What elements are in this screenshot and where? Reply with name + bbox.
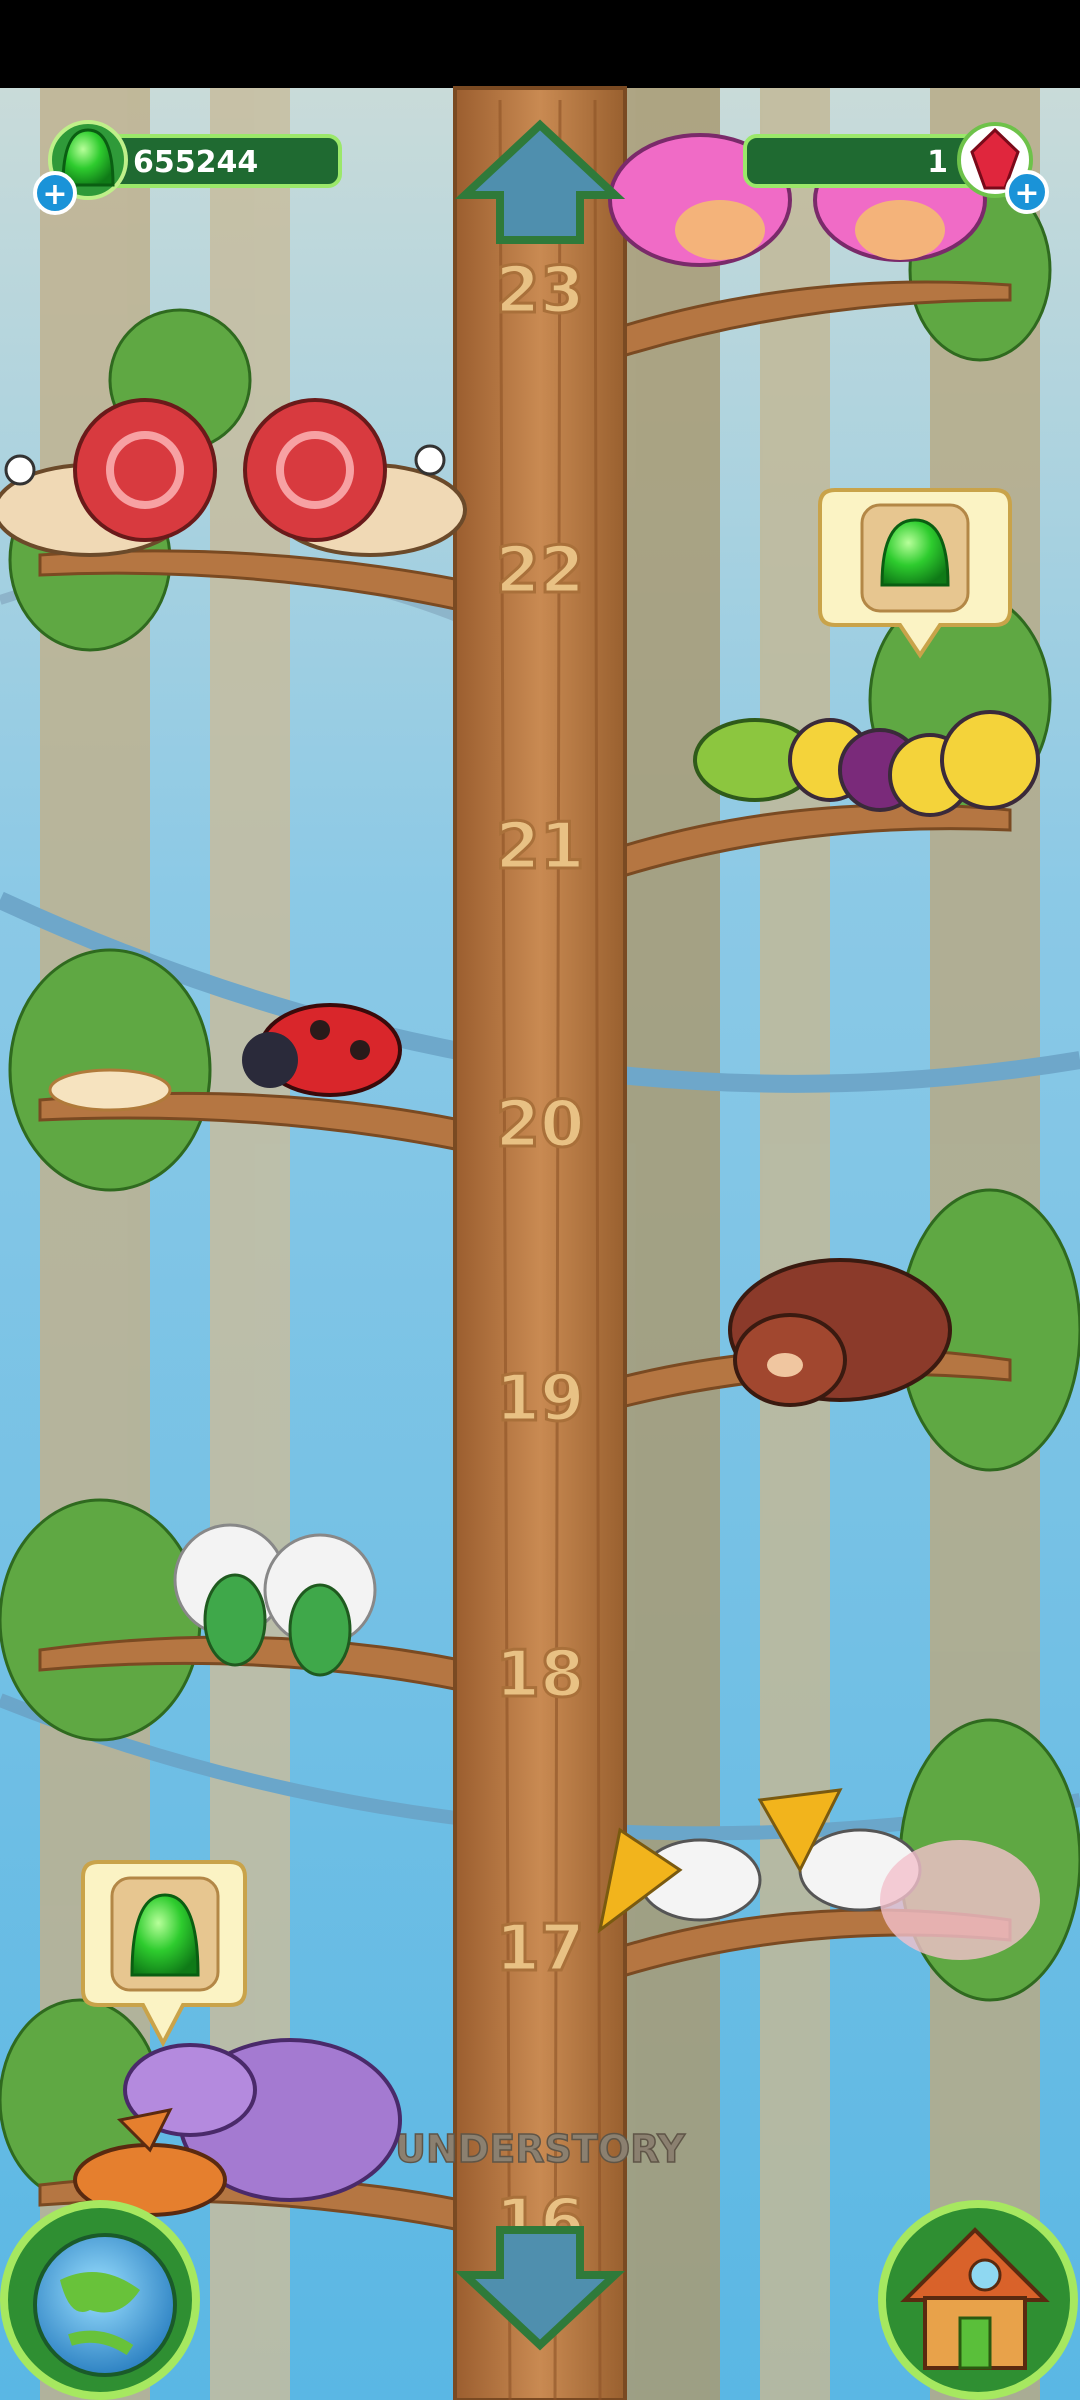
game-scene: 23 22 21 20 19 18 17 16 UNDERSTORY 65524… — [0, 0, 1080, 2400]
home-button[interactable] — [878, 2200, 1078, 2400]
zone-label: UNDERSTORY — [395, 2127, 685, 2171]
level-23: 23 — [495, 254, 584, 328]
svg-text:+: + — [42, 177, 67, 212]
gem-count: 655244 — [133, 145, 258, 180]
level-21: 21 — [495, 810, 584, 884]
add-rubies-button[interactable]: + — [1005, 170, 1049, 214]
level-20: 20 — [495, 1088, 584, 1162]
level-19: 19 — [495, 1362, 584, 1436]
svg-text:+: + — [1014, 176, 1039, 211]
add-gems-button[interactable]: + — [33, 171, 77, 215]
world-map-button[interactable] — [0, 2200, 200, 2400]
status-bar-area — [0, 0, 1080, 88]
level-18: 18 — [495, 1638, 584, 1712]
ruby-count: 1 — [927, 145, 948, 180]
level-17: 17 — [495, 1912, 584, 1986]
level-22: 22 — [495, 534, 584, 608]
